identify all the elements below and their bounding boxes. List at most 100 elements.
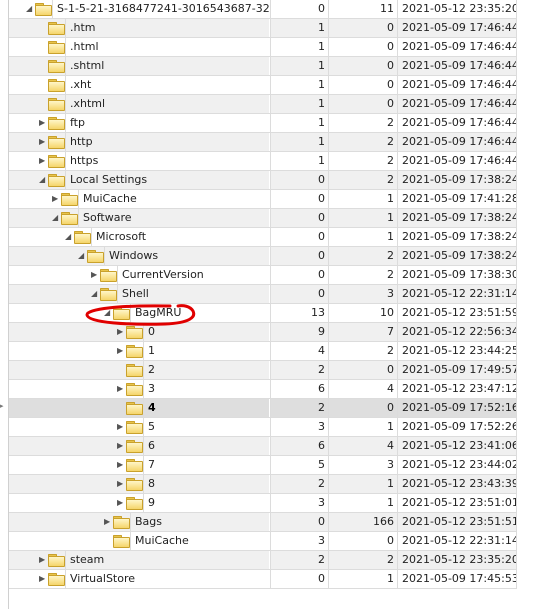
tree-row[interactable]: ◢ Local Settings 0 2 2021-05-09 17:38:24 [9,171,517,190]
collapse-arrow-icon[interactable]: ◢ [91,285,99,303]
collapse-arrow-icon[interactable]: ◢ [39,171,47,189]
name-cell[interactable]: ▶ steam [9,551,269,569]
tree-row[interactable]: ▶ 7 5 3 2021-05-12 23:44:02 [9,456,517,475]
tree-row[interactable]: ◢ BagMRU 13 10 2021-05-12 23:51:59 [9,304,517,323]
tree-row[interactable]: ▶ 8 2 1 2021-05-12 23:43:39 [9,475,517,494]
last-write-time: 2021-05-09 17:38:24 [397,228,517,246]
folder-icon [126,326,143,339]
name-cell[interactable]: ▶ 8 [9,475,269,493]
expand-arrow-icon[interactable]: ▶ [52,190,60,208]
name-cell[interactable]: ◢ S-1-5-21-3168477241-3016543687-329... [9,0,269,18]
expand-arrow-icon[interactable]: ▶ [39,551,47,569]
name-cell[interactable]: ◢ Windows [9,247,269,265]
name-cell[interactable]: .shtml [9,57,269,75]
name-cell[interactable]: ▶ 7 [9,456,269,474]
expand-arrow-icon[interactable]: ▶ [39,114,47,132]
last-write-time: 2021-05-09 17:46:44 [397,152,517,170]
expand-arrow-icon[interactable]: ▶ [117,418,125,436]
name-cell[interactable]: ▶ https [9,152,269,170]
name-cell[interactable]: ▶ MuiCache [9,190,269,208]
folder-icon [48,22,65,35]
tree-row[interactable]: ▶ VirtualStore 0 1 2021-05-09 17:45:53 [9,570,517,589]
tree-row[interactable]: .xhtml 1 0 2021-05-09 17:46:44 [9,95,517,114]
tree-row[interactable]: .html 1 0 2021-05-09 17:46:44 [9,38,517,57]
expand-arrow-icon[interactable]: ▶ [39,152,47,170]
collapse-arrow-icon[interactable]: ◢ [26,0,34,18]
value-count: 0 [328,532,397,550]
collapse-arrow-icon[interactable]: ◢ [104,304,112,322]
expand-arrow-icon[interactable]: ▶ [91,266,99,284]
tree-row[interactable]: ◢ Microsoft 0 1 2021-05-09 17:38:24 [9,228,517,247]
name-cell[interactable]: .xht [9,76,269,94]
tree-row[interactable]: ▶ ftp 1 2 2021-05-09 17:46:44 [9,114,517,133]
name-cell[interactable]: ▶ 6 [9,437,269,455]
name-cell[interactable]: ◢ Microsoft [9,228,269,246]
tree-row[interactable]: ◢ Software 0 1 2021-05-09 17:38:24 [9,209,517,228]
tree-row[interactable]: ▶ Bags 0 166 2021-05-12 23:51:51 [9,513,517,532]
key-name: https [65,152,269,170]
tree-row[interactable]: .shtml 1 0 2021-05-09 17:46:44 [9,57,517,76]
name-cell[interactable]: ▶ 3 [9,380,269,398]
name-cell[interactable]: ▶ 1 [9,342,269,360]
name-cell[interactable]: ▶ 0 [9,323,269,341]
tree-row[interactable]: ◢ Shell 0 3 2021-05-12 22:31:14 [9,285,517,304]
tree-row[interactable]: ◢ Windows 0 2 2021-05-09 17:38:24 [9,247,517,266]
tree-row[interactable]: 4 2 0 2021-05-09 17:52:16 [9,399,517,418]
expand-arrow-icon[interactable]: ▶ [117,437,125,455]
name-cell[interactable]: ▶ ftp [9,114,269,132]
tree-row[interactable]: 2 2 0 2021-05-09 17:49:57 [9,361,517,380]
tree-row[interactable]: ▶ MuiCache 0 1 2021-05-09 17:41:28 [9,190,517,209]
name-cell[interactable]: .xhtml [9,95,269,113]
expand-arrow-icon[interactable]: ▶ [104,513,112,531]
expand-arrow-icon[interactable]: ▶ [117,342,125,360]
collapse-arrow-icon[interactable]: ◢ [78,247,86,265]
tree-row[interactable]: .htm 1 0 2021-05-09 17:46:44 [9,19,517,38]
name-cell[interactable]: 4 [9,399,269,417]
name-cell[interactable]: ▶ http [9,133,269,151]
folder-icon [48,41,65,54]
expand-arrow-icon[interactable]: ▶ [117,323,125,341]
subkey-count: 1 [270,133,328,151]
expand-arrow-icon[interactable]: ▶ [117,475,125,493]
expand-arrow-icon[interactable]: ▶ [39,133,47,151]
name-cell[interactable]: ▶ 5 [9,418,269,436]
tree-row[interactable]: ▶ steam 2 2 2021-05-12 23:35:20 [9,551,517,570]
value-count: 10 [328,304,397,322]
name-cell[interactable]: ◢ Software [9,209,269,227]
name-cell[interactable]: ▶ VirtualStore [9,570,269,588]
name-cell[interactable]: 2 [9,361,269,379]
key-name: 5 [143,418,269,436]
name-cell[interactable]: ◢ Shell [9,285,269,303]
name-cell[interactable]: ◢ BagMRU [9,304,269,322]
expand-arrow-icon[interactable]: ▶ [117,494,125,512]
tree-row[interactable]: ▶ https 1 2 2021-05-09 17:46:44 [9,152,517,171]
name-cell[interactable]: ▶ Bags [9,513,269,531]
collapse-arrow-icon[interactable]: ◢ [65,228,73,246]
tree-row[interactable]: .xht 1 0 2021-05-09 17:46:44 [9,76,517,95]
value-count: 1 [328,190,397,208]
tree-row[interactable]: ▶ 3 6 4 2021-05-12 23:47:12 [9,380,517,399]
name-cell[interactable]: .html [9,38,269,56]
expand-arrow-icon[interactable]: ▶ [117,456,125,474]
collapse-arrow-icon[interactable]: ◢ [52,209,60,227]
name-cell[interactable]: ◢ Local Settings [9,171,269,189]
tree-row[interactable]: ▶ 1 4 2 2021-05-12 23:44:25 [9,342,517,361]
tree-row[interactable]: ▶ http 1 2 2021-05-09 17:46:44 [9,133,517,152]
tree-row[interactable]: ▶ 0 9 7 2021-05-12 22:56:34 [9,323,517,342]
expand-arrow-icon[interactable]: ▶ [117,380,125,398]
key-name: Microsoft [91,228,269,246]
tree-row[interactable]: ◢ S-1-5-21-3168477241-3016543687-329... 0 1… [9,0,517,19]
value-count: 0 [328,95,397,113]
name-cell[interactable]: MuiCache [9,532,269,550]
tree-row[interactable]: ▶ CurrentVersion 0 2 2021-05-09 17:38:30 [9,266,517,285]
expand-arrow-icon[interactable]: ▶ [39,570,47,588]
registry-tree-table[interactable]: ◢ S-1-5-21-3168477241-3016543687-329... 0 1… [9,0,517,589]
tree-row[interactable]: MuiCache 3 0 2021-05-12 22:31:14 [9,532,517,551]
name-cell[interactable]: .htm [9,19,269,37]
name-cell[interactable]: ▶ 9 [9,494,269,512]
last-write-time: 2021-05-12 23:47:12 [397,380,517,398]
tree-row[interactable]: ▶ 5 3 1 2021-05-09 17:52:26 [9,418,517,437]
tree-row[interactable]: ▶ 9 3 1 2021-05-12 23:51:01 [9,494,517,513]
name-cell[interactable]: ▶ CurrentVersion [9,266,269,284]
tree-row[interactable]: ▶ 6 6 4 2021-05-12 23:41:06 [9,437,517,456]
